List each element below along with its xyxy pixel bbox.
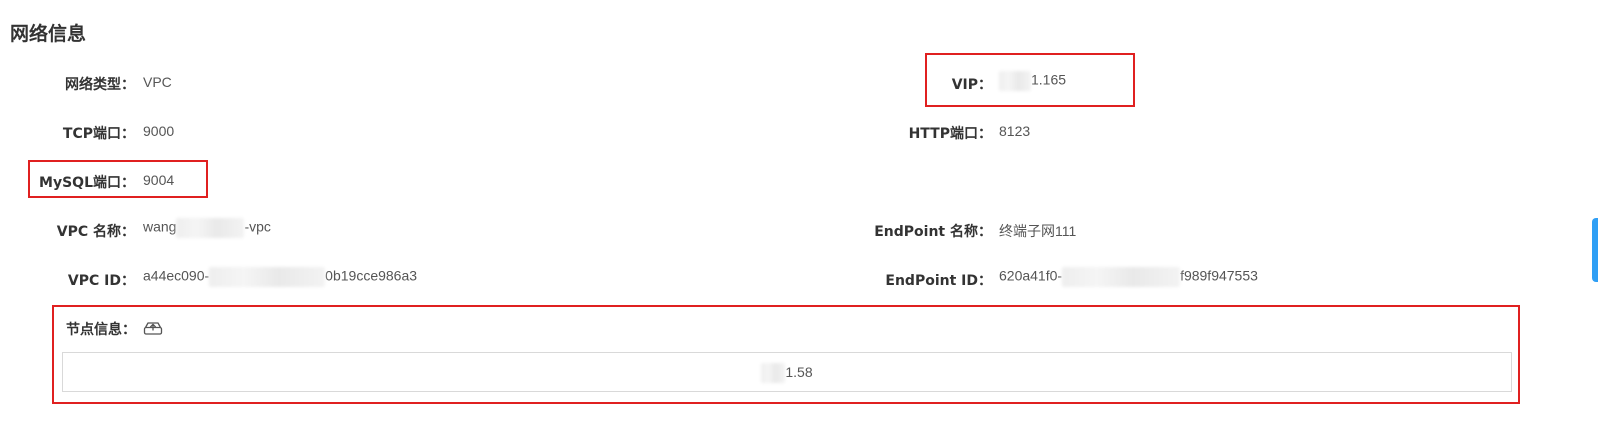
vpc-id-label: VPC ID：	[67, 273, 135, 289]
http-port-value: 8123	[999, 123, 1031, 139]
redacted-blur	[209, 267, 326, 287]
endpoint-name-value: 终端子网111	[999, 223, 1077, 239]
endpoint-name-label: EndPoint 名称：	[874, 224, 992, 240]
redacted-blur	[176, 218, 245, 238]
vpc-name-suffix: -vpc	[244, 218, 271, 235]
network-type-label: 网络类型：	[65, 77, 135, 93]
vpc-name-value: wang -vpc	[143, 218, 271, 238]
endpoint-id-value: 620a41f0- f989f947553	[999, 267, 1258, 287]
network-type-value: VPC	[143, 74, 172, 90]
side-float-tab[interactable]	[1592, 218, 1598, 282]
vpc-id-prefix: a44ec090-	[143, 267, 210, 284]
tcp-port-value: 9000	[143, 123, 175, 139]
vpc-name-prefix: wang	[143, 218, 177, 235]
section-title: 网络信息	[10, 23, 87, 45]
http-port-label: HTTP端口：	[908, 126, 992, 142]
vpc-name-label: VPC 名称：	[56, 224, 135, 240]
endpoint-id-label: EndPoint ID：	[885, 273, 992, 289]
mysql-highlight-box	[28, 160, 208, 198]
endpoint-id-prefix: 620a41f0-	[999, 267, 1063, 284]
vpc-id-value: a44ec090- 0b19cce986a3	[143, 267, 417, 287]
endpoint-id-suffix: f989f947553	[1180, 267, 1258, 284]
redacted-blur	[1062, 267, 1181, 287]
vip-highlight-box	[925, 53, 1135, 107]
vpc-id-suffix: 0b19cce986a3	[325, 267, 418, 284]
tcp-port-label: TCP端口：	[62, 126, 135, 142]
node-highlight-box	[52, 305, 1520, 404]
